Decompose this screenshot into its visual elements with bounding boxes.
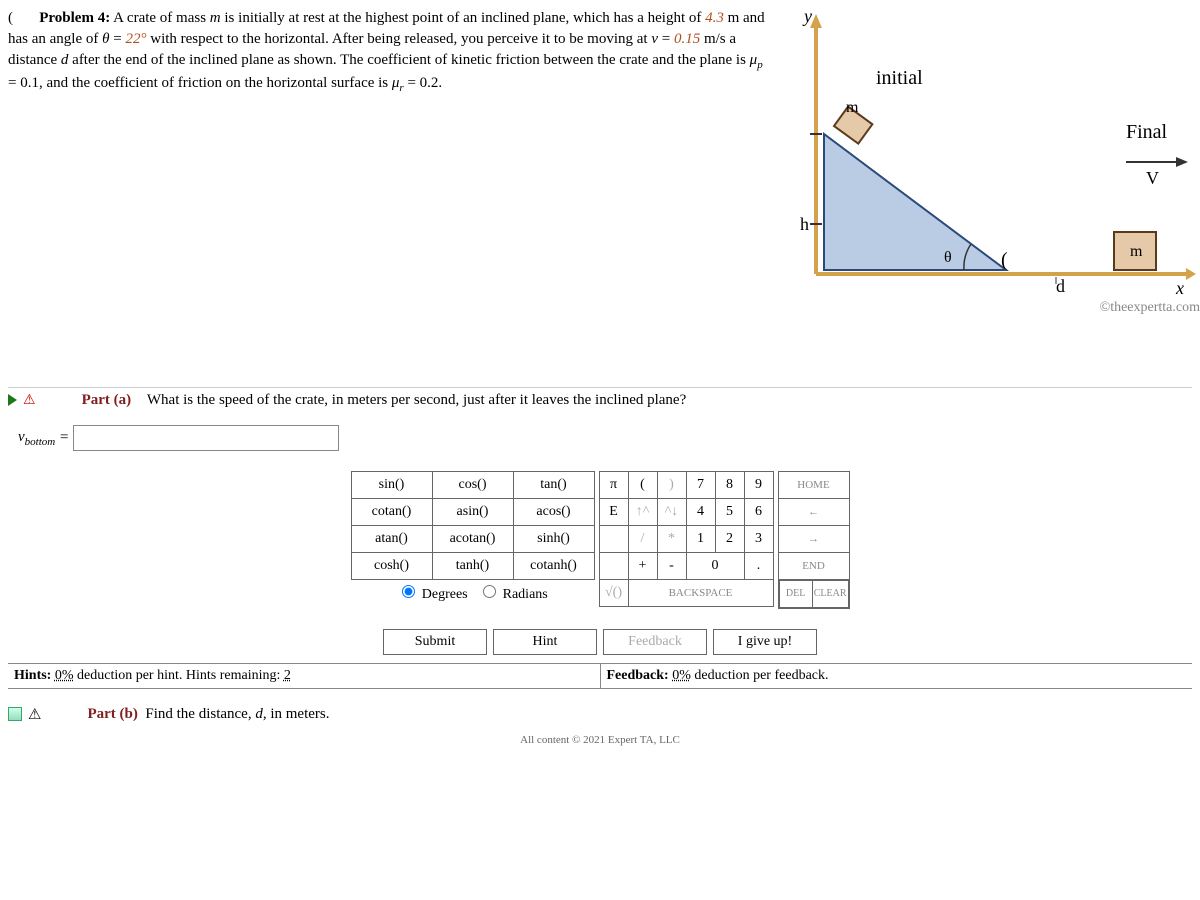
copyright: ©theexpertta.com [1100,300,1200,316]
key-blank2 [599,552,628,579]
key-dot[interactable]: . [744,552,773,579]
key-pi[interactable]: π [599,471,628,498]
key-e[interactable]: E [599,498,628,525]
warning-icon: ⚠ [28,705,41,724]
nav-keypad: HOME ← → END DEL CLEAR [778,471,850,609]
key-3[interactable]: 3 [744,525,773,552]
crate-m-label: m [846,99,859,116]
key-blank1 [599,525,628,552]
part-a-question: What is the speed of the crate, in meter… [147,392,686,409]
key-7[interactable]: 7 [686,471,715,498]
key-sinh[interactable]: sinh() [513,525,594,552]
key-down[interactable]: ^↓ [657,498,686,525]
part-a-header: ⚠ Part (a) What is the speed of the crat… [8,392,1192,409]
key-home[interactable]: HOME [778,471,849,498]
key-clear[interactable]: CLEAR [812,580,848,607]
footer-copyright: All content © 2021 Expert TA, LLC [8,734,1192,746]
key-plus[interactable]: + [628,552,657,579]
key-acos[interactable]: acos() [513,498,594,525]
checkbox-icon[interactable] [8,707,22,721]
hint-button[interactable]: Hint [493,629,597,655]
action-buttons: Submit Hint Feedback I give up! [8,629,1192,655]
degrees-radio[interactable]: Degrees [397,587,467,602]
v-label: V [1146,168,1159,188]
key-9[interactable]: 9 [744,471,773,498]
feedback-pct: 0% [672,668,691,683]
submit-button[interactable]: Submit [383,629,487,655]
key-asin[interactable]: asin() [432,498,513,525]
key-cos[interactable]: cos() [432,471,513,498]
key-2[interactable]: 2 [715,525,744,552]
feedback-tail: deduction per feedback. [694,668,828,683]
key-end[interactable]: END [778,552,849,579]
part-b-label: Part (b) [87,706,137,722]
final-label: Final [1126,121,1168,143]
key-left[interactable]: ← [778,498,849,525]
feedback-label: Feedback: [607,668,669,683]
play-icon [8,394,17,406]
problem-diagram: y x h θ m initial ( d Final V m [796,4,1196,304]
key-cotan[interactable]: cotan() [351,498,432,525]
key-tanh[interactable]: tanh() [432,552,513,579]
key-del[interactable]: DEL [779,580,812,607]
radians-radio[interactable]: Radians [478,587,548,602]
keypad: sin() cos() tan() cotan() asin() acos() … [8,471,1192,609]
key-sqrt[interactable]: √() [599,579,628,606]
key-5[interactable]: 5 [715,498,744,525]
key-tan[interactable]: tan() [513,471,594,498]
key-0[interactable]: 0 [686,552,744,579]
problem-statement: ( Problem 4: A crate of mass m is initia… [8,8,768,97]
answer-row: vbottom = [18,425,1192,451]
key-right[interactable]: → [778,525,849,552]
angle-mode: Degrees Radians [351,580,595,603]
hints-tail: deduction per hint. Hints remaining: [77,668,280,683]
y-axis-label: y [802,6,812,26]
warning-icon: ⚠ [23,392,36,409]
svg-text:(: ( [1001,249,1008,271]
key-1[interactable]: 1 [686,525,715,552]
key-minus[interactable]: - [657,552,686,579]
x-axis-label: x [1175,278,1184,298]
final-block-label: m [1130,243,1143,260]
key-4[interactable]: 4 [686,498,715,525]
key-cosh[interactable]: cosh() [351,552,432,579]
key-8[interactable]: 8 [715,471,744,498]
hints-label: Hints: [14,668,51,683]
key-acotan[interactable]: acotan() [432,525,513,552]
problem-title: Problem 4: [39,10,110,26]
key-sin[interactable]: sin() [351,471,432,498]
hints-remaining: 2 [284,668,291,683]
h-label: h [800,214,809,234]
number-keypad: π ( ) 7 8 9 E ↑^ ^↓ 4 5 6 / [599,471,774,607]
key-rparen[interactable]: ) [657,471,686,498]
part-b-header: ⚠ Part (b) Find the distance, d, in mete… [8,705,1192,724]
key-6[interactable]: 6 [744,498,773,525]
key-mul[interactable]: * [657,525,686,552]
giveup-button[interactable]: I give up! [713,629,817,655]
key-up[interactable]: ↑^ [628,498,657,525]
key-cotanh[interactable]: cotanh() [513,552,594,579]
hints-feedback-row: Hints: 0% deduction per hint. Hints rema… [8,663,1192,689]
key-backspace[interactable]: BACKSPACE [628,579,773,606]
function-keypad: sin() cos() tan() cotan() asin() acos() … [351,471,595,580]
key-atan[interactable]: atan() [351,525,432,552]
hints-pct: 0% [55,668,74,683]
key-div[interactable]: / [628,525,657,552]
key-lparen[interactable]: ( [628,471,657,498]
feedback-button[interactable]: Feedback [603,629,707,655]
theta-label: θ [944,249,952,266]
answer-input[interactable] [73,425,339,451]
d-label: d [1056,276,1065,296]
part-a-label: Part (a) [82,392,132,409]
initial-label: initial [876,67,923,89]
